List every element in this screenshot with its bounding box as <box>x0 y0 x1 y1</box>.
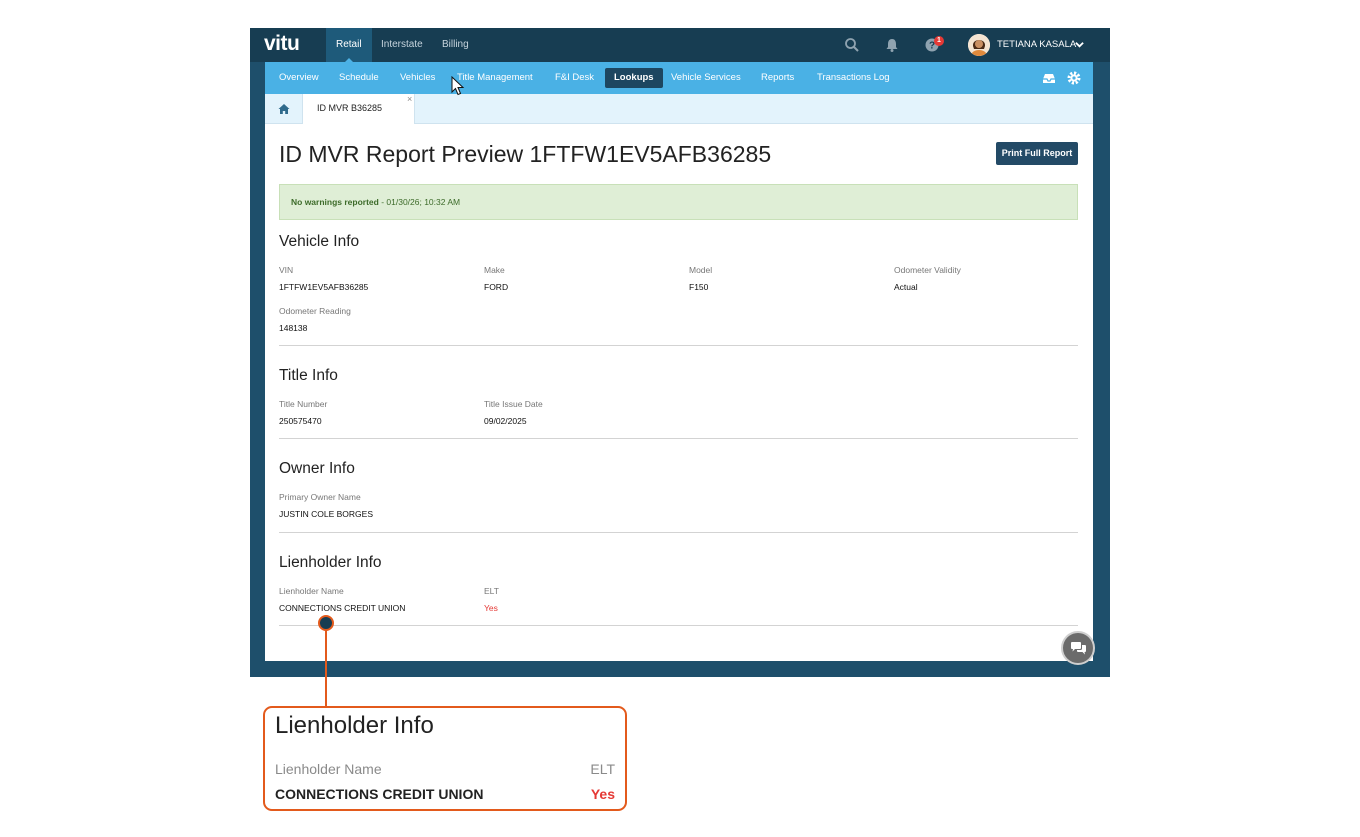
nav-vehicle-services[interactable]: Vehicle Services <box>662 68 750 88</box>
lienholder-name-label: Lienholder Name <box>279 586 344 596</box>
nav-vehicles[interactable]: Vehicles <box>391 68 444 88</box>
nav-lookups[interactable]: Lookups <box>605 68 663 88</box>
nav-transactions-log[interactable]: Transactions Log <box>808 68 899 88</box>
primary-owner-value: JUSTIN COLE BORGES <box>279 509 373 519</box>
lienholder-info-title: Lienholder Info <box>279 554 382 571</box>
user-menu[interactable]: TETIANA KASALA <box>997 28 1076 62</box>
title-number-label: Title Number <box>279 399 328 409</box>
divider <box>279 438 1078 439</box>
title-issue-date-value: 09/02/2025 <box>484 416 527 426</box>
make-label: Make <box>484 265 505 275</box>
home-icon <box>278 104 290 114</box>
lienholder-name-value: CONNECTIONS CREDIT UNION <box>279 603 406 613</box>
model-label: Model <box>689 265 713 275</box>
home-tab[interactable] <box>265 94 303 124</box>
top-tab-billing[interactable]: Billing <box>432 28 479 62</box>
vitu-logo[interactable]: vitu <box>264 32 300 56</box>
callout-elt-label: ELT <box>590 761 615 777</box>
top-tab-retail[interactable]: Retail <box>326 28 372 63</box>
title-number-value: 250575470 <box>279 416 322 426</box>
vin-value: 1FTFW1EV5AFB36285 <box>279 282 369 292</box>
title-issue-date-label: Title Issue Date <box>484 399 543 409</box>
nav-fi-desk[interactable]: F&I Desk <box>546 68 603 88</box>
tab-close-icon[interactable]: × <box>407 95 412 104</box>
model-value: F150 <box>689 282 709 292</box>
user-avatar-icon <box>968 34 990 56</box>
primary-owner-label: Primary Owner Name <box>279 492 361 502</box>
callout-marker <box>318 615 334 631</box>
divider <box>279 345 1078 346</box>
odometer-validity-label: Odometer Validity <box>894 265 961 275</box>
elt-label: ELT <box>484 586 499 596</box>
owner-info-title: Owner Info <box>279 460 355 477</box>
top-bar: vitu Retail Interstate Billing ? 1 TETIA… <box>250 28 1110 63</box>
report-content: ID MVR Report Preview 1FTFW1EV5AFB36285 … <box>265 124 1093 661</box>
elt-value: Yes <box>484 603 498 613</box>
app-window: vitu Retail Interstate Billing ? 1 TETIA… <box>250 28 1110 677</box>
alert-text: No warnings reported - 01/30/26; 10:32 A… <box>291 197 460 207</box>
avatar[interactable] <box>968 34 990 56</box>
callout-elt-value: Yes <box>590 786 615 802</box>
mouse-cursor-icon <box>451 76 465 96</box>
odometer-reading-value: 148138 <box>279 323 308 333</box>
gear-icon[interactable] <box>1066 70 1082 86</box>
page-title: ID MVR Report Preview 1FTFW1EV5AFB36285 <box>279 141 772 167</box>
bell-icon[interactable] <box>884 37 900 53</box>
notification-badge: 1 <box>934 36 944 46</box>
nav-reports[interactable]: Reports <box>752 68 803 88</box>
print-full-report-button[interactable]: Print Full Report <box>996 142 1078 165</box>
callout-lienholder-value: CONNECTIONS CREDIT UNION <box>275 786 484 802</box>
chevron-down-icon[interactable] <box>1075 40 1084 49</box>
title-info-title: Title Info <box>279 367 338 384</box>
tab-id-mvr-label: ID MVR B36285 <box>317 103 383 113</box>
search-icon[interactable] <box>844 37 860 53</box>
top-tab-interstate[interactable]: Interstate <box>371 28 433 62</box>
alert-timestamp: - 01/30/26; 10:32 AM <box>378 197 461 207</box>
callout-connector <box>325 630 327 706</box>
tab-id-mvr[interactable]: ID MVR B36285 × <box>303 94 415 125</box>
sub-navigation: Overview Schedule Vehicles Title Managem… <box>265 62 1093 94</box>
alert-strong: No warnings reported <box>291 197 379 207</box>
odometer-validity-value: Actual <box>894 282 918 292</box>
status-alert: No warnings reported - 01/30/26; 10:32 A… <box>279 184 1078 220</box>
tab-strip: ID MVR B36285 × <box>265 94 1093 125</box>
chat-button[interactable] <box>1061 631 1095 665</box>
odometer-reading-label: Odometer Reading <box>279 306 351 316</box>
divider <box>279 532 1078 533</box>
nav-overview[interactable]: Overview <box>270 68 328 88</box>
chat-icon <box>1071 642 1086 655</box>
callout-title: Lienholder Info <box>275 712 434 739</box>
inbox-icon[interactable] <box>1041 70 1057 86</box>
nav-schedule[interactable]: Schedule <box>330 68 388 88</box>
make-value: FORD <box>484 282 509 292</box>
callout-lienholder-label: Lienholder Name <box>275 761 382 777</box>
vin-label: VIN <box>279 265 294 275</box>
divider <box>279 625 1078 626</box>
callout-zoom: Lienholder Info Lienholder Name ELT CONN… <box>263 706 627 811</box>
vehicle-info-title: Vehicle Info <box>279 233 360 250</box>
